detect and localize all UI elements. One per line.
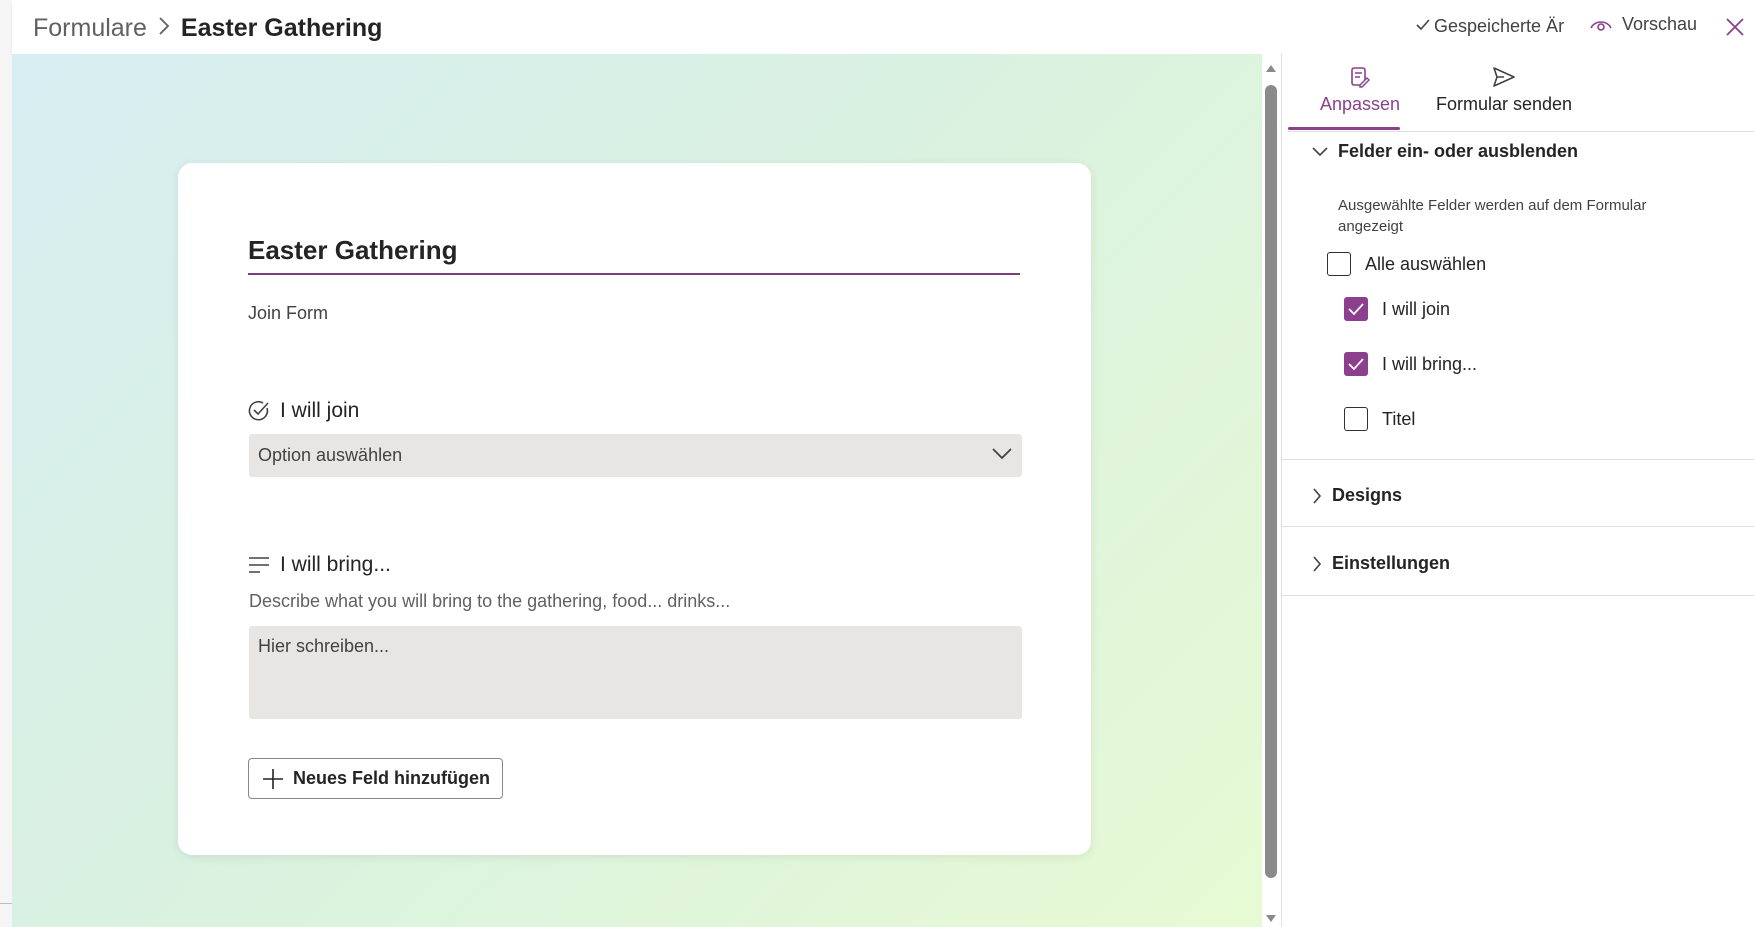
send-icon <box>1493 67 1515 87</box>
field-toggle-title-label: Titel <box>1382 408 1416 429</box>
join-option-dropdown[interactable]: Option auswählen <box>249 434 1022 477</box>
field-toggle-title[interactable]: Titel <box>1344 407 1415 431</box>
checkmark-icon <box>1416 18 1430 36</box>
save-status: Gespeicherte Är <box>1416 16 1579 37</box>
preview-label: Vorschau <box>1622 14 1698 34</box>
section-settings-header[interactable]: Einstellungen <box>1312 553 1450 574</box>
form-edit-icon <box>1351 67 1370 88</box>
chevron-right-icon <box>1313 555 1322 572</box>
window-edge <box>0 0 12 927</box>
section-settings-title: Einstellungen <box>1332 553 1451 573</box>
section-divider <box>1282 595 1754 596</box>
tab-send-form[interactable]: Formular senden <box>1429 66 1579 115</box>
question-join-label: I will join <box>248 399 359 423</box>
select-all-checkbox[interactable]: Alle auswählen <box>1327 252 1486 276</box>
customize-panel: Anpassen Formular senden Felder ein- ode… <box>1282 54 1754 927</box>
checkbox-checked <box>1344 297 1368 321</box>
tabs-divider <box>1287 131 1754 132</box>
section-designs-title: Designs <box>1332 485 1403 505</box>
breadcrumb-current: Easter Gathering <box>180 14 383 42</box>
chevron-down-icon <box>992 448 1012 460</box>
question-bring-description: Describe what you will bring to the gath… <box>249 591 731 611</box>
question-join-text: I will join <box>280 399 360 422</box>
field-toggle-bring-label: I will bring... <box>1382 353 1478 374</box>
breadcrumb-root-link[interactable]: Formulare <box>33 14 147 43</box>
dropdown-placeholder: Option auswählen <box>258 445 403 465</box>
checkmark-icon <box>1348 358 1364 370</box>
checkbox-checked <box>1344 352 1368 376</box>
section-fields-description: Ausgewählte Felder werden auf dem Formul… <box>1338 197 1647 235</box>
eye-icon <box>1590 20 1612 31</box>
chevron-down-icon <box>1312 146 1328 156</box>
form-title[interactable]: Easter Gathering <box>248 235 1020 275</box>
tab-send-label: Formular senden <box>1435 94 1573 114</box>
form-card: Easter Gathering Join Form I will join O… <box>178 163 1091 855</box>
question-bring-label: I will bring... <box>248 553 391 577</box>
form-subtitle[interactable]: Join Form <box>248 303 328 324</box>
checkbox-box <box>1327 252 1351 276</box>
section-fields-header[interactable]: Felder ein- oder ausblenden <box>1312 141 1578 162</box>
plus-icon <box>263 768 283 789</box>
field-toggle-join[interactable]: I will join <box>1344 297 1450 321</box>
add-field-button[interactable]: Neues Feld hinzufügen <box>248 758 503 799</box>
choice-check-icon <box>248 400 269 421</box>
scroll-down-arrow-icon[interactable] <box>1263 913 1279 925</box>
question-bring-text: I will bring... <box>280 553 391 576</box>
scroll-up-arrow-icon[interactable] <box>1263 62 1279 74</box>
breadcrumb: Formulare Easter Gathering <box>33 14 382 43</box>
textarea-placeholder: Hier schreiben... <box>258 636 390 656</box>
breadcrumb-separator <box>157 15 171 43</box>
section-divider <box>1282 459 1754 460</box>
checkmark-icon <box>1348 303 1364 315</box>
field-toggle-join-label: I will join <box>1382 298 1451 319</box>
tab-customize[interactable]: Anpassen <box>1304 66 1416 115</box>
form-canvas: Easter Gathering Join Form I will join O… <box>12 54 1262 927</box>
field-toggle-bring[interactable]: I will bring... <box>1344 352 1477 376</box>
text-lines-icon <box>249 557 269 573</box>
close-button[interactable] <box>1722 14 1748 40</box>
checkbox-box <box>1344 407 1368 431</box>
preview-button[interactable]: Vorschau <box>1590 14 1697 35</box>
add-field-label: Neues Feld hinzufügen <box>293 768 491 788</box>
section-divider <box>1282 526 1754 527</box>
chevron-right-icon <box>1313 487 1322 504</box>
section-fields-title: Felder ein- oder ausblenden <box>1338 141 1579 161</box>
tab-customize-label: Anpassen <box>1319 94 1401 114</box>
window-edge-line <box>0 903 12 904</box>
scrollbar-thumb[interactable] <box>1265 85 1277 878</box>
chevron-right-icon <box>159 16 170 35</box>
close-icon <box>1726 18 1744 36</box>
section-designs-header[interactable]: Designs <box>1312 485 1402 506</box>
bring-text-input[interactable]: Hier schreiben... <box>249 626 1022 719</box>
top-bar: Formulare Easter Gathering Gespeicherte … <box>12 4 1754 54</box>
save-status-text: Gespeicherte Är <box>1434 16 1565 36</box>
select-all-label: Alle auswählen <box>1365 253 1487 274</box>
active-tab-indicator <box>1288 127 1400 130</box>
